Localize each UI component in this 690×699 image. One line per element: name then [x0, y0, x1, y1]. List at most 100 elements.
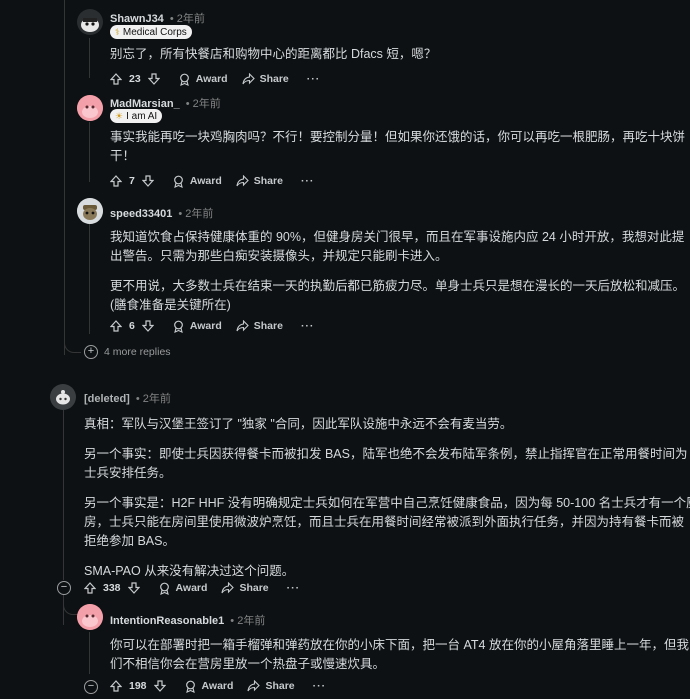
- collapse-thread-button[interactable]: −: [57, 581, 71, 595]
- comment: [deleted] • 2年前 真相：军队与汉堡王签订了 "独家 "合同，因此军队…: [0, 380, 690, 600]
- share-label: Share: [253, 175, 283, 187]
- share-button[interactable]: Share: [242, 73, 289, 85]
- comment-header: [deleted] • 2年前: [84, 390, 171, 406]
- comment-line: 事实我能再吃一块鸡胸肉吗？不行！要控制分量！但如果你还饿的话，你可以再吃一根肥肠…: [110, 130, 686, 144]
- timestamp[interactable]: • 2年前: [170, 13, 205, 25]
- comment-header: speed33401 • 2年前: [110, 205, 213, 221]
- comment: speed33401 • 2年前 我知道饮食占保持健康体重的 90%，但健身房关门…: [0, 196, 690, 336]
- downvote-icon[interactable]: [127, 582, 140, 594]
- award-icon: [159, 582, 169, 595]
- share-button[interactable]: Share: [221, 582, 269, 594]
- award-button[interactable]: Award: [178, 73, 228, 86]
- share-button[interactable]: Share: [236, 175, 283, 187]
- more-options-button[interactable]: ···: [313, 680, 327, 692]
- upvote-icon[interactable]: [110, 680, 122, 692]
- timestamp[interactable]: • 2年前: [186, 98, 221, 110]
- comment-line: 你可以在部署时把一箱手榴弹和弹药放在你的小床下面，把一台 AT4 放在你的小屋角…: [110, 638, 689, 652]
- vote-count: 23: [129, 73, 141, 85]
- share-icon: [242, 73, 255, 85]
- flair-label: Medical Corps: [122, 27, 187, 38]
- upvote-icon[interactable]: [110, 320, 122, 332]
- award-icon: [185, 680, 195, 693]
- comment-line-spacer: [110, 266, 680, 277]
- comment: ShawnJ34 • 2年前 ⚕ Medical Corps 别忘了，所有快餐店和购…: [0, 0, 690, 96]
- username[interactable]: [deleted]: [84, 393, 130, 405]
- more-replies-link[interactable]: 4 more replies: [104, 346, 171, 358]
- comment-line: 士兵安排任务。: [84, 466, 172, 480]
- vote-group: 198: [110, 680, 166, 692]
- share-label: Share: [265, 680, 295, 692]
- minus-icon: −: [87, 680, 95, 692]
- minus-icon: −: [60, 581, 68, 593]
- comment-line: 们不相信你会在营房里放一个热盘子或慢速炊具。: [110, 657, 386, 671]
- avatar[interactable]: [77, 9, 103, 35]
- username[interactable]: ShawnJ34: [110, 13, 164, 25]
- more-options-button[interactable]: ···: [307, 73, 321, 85]
- vote-count: 198: [129, 680, 147, 692]
- vote-count: 6: [129, 320, 135, 332]
- more-options-button[interactable]: ···: [287, 582, 301, 594]
- vote-group: 338: [84, 582, 140, 594]
- comment-actions: 7 Award Share ···: [110, 172, 314, 190]
- share-button[interactable]: Share: [236, 320, 283, 332]
- upvote-icon[interactable]: [110, 175, 122, 187]
- plus-icon: +: [87, 345, 95, 357]
- downvote-icon[interactable]: [147, 73, 160, 85]
- award-label: Award: [189, 175, 222, 187]
- comment-actions: 6 Award Share ···: [110, 317, 314, 335]
- timestamp[interactable]: • 2年前: [136, 393, 171, 405]
- sun-icon: ☀: [115, 111, 124, 121]
- comment-line: 出警告。只需为那些白痴安装摄像头，并规定只能刷卡进入。: [110, 249, 448, 263]
- award-button[interactable]: Award: [184, 680, 234, 693]
- vote-group: 7: [110, 175, 154, 187]
- collapse-thread-button[interactable]: −: [84, 680, 98, 694]
- timestamp[interactable]: • 2年前: [230, 615, 265, 627]
- avatar[interactable]: [50, 384, 76, 410]
- share-button[interactable]: Share: [247, 680, 295, 692]
- comment-line-spacer: [84, 483, 684, 494]
- comment-line: 干！: [110, 149, 136, 163]
- vote-count: 7: [129, 175, 135, 187]
- upvote-icon[interactable]: [110, 73, 122, 85]
- comment-line-spacer: [84, 434, 684, 445]
- comment-line: 拒绝参加 BAS。: [84, 534, 175, 548]
- share-icon: [247, 680, 261, 692]
- comment-body: 真相：军队与汉堡王签订了 "独家 "合同，因此军队设施中永远不会有麦当劳。 另一…: [84, 415, 690, 581]
- vote-group: 6: [110, 320, 154, 332]
- comment-line: 另一个事实：即使士兵因获得餐卡而被扣发 BAS，陆军也绝不会发布陆军条例，禁止指…: [84, 447, 688, 461]
- downvote-icon[interactable]: [153, 680, 166, 692]
- vote-count: 338: [103, 582, 121, 594]
- avatar[interactable]: [77, 604, 103, 630]
- award-icon: [179, 73, 189, 86]
- comment: MadMarsian_ • 2年前 ☀ I am AI 事实我能再吃一块鸡胸肉吗？不…: [0, 90, 690, 190]
- more-options-button[interactable]: ···: [301, 320, 315, 332]
- award-button[interactable]: Award: [172, 175, 222, 188]
- avatar[interactable]: [77, 95, 103, 121]
- award-button[interactable]: Award: [172, 320, 222, 333]
- user-flair: ⚕ Medical Corps: [110, 25, 192, 39]
- avatar[interactable]: [77, 198, 103, 224]
- upvote-icon[interactable]: [84, 582, 96, 594]
- comment-line: 别忘了，所有快餐店和购物中心的距离都比 Dfacs 短，嗯？: [110, 47, 437, 61]
- username[interactable]: IntentionReasonable1: [110, 615, 224, 627]
- expand-replies-button[interactable]: +: [84, 345, 98, 359]
- award-label: Award: [201, 680, 234, 692]
- comment-body: 你可以在部署时把一箱手榴弹和弹药放在你的小床下面，把一台 AT4 放在你的小屋角…: [110, 636, 689, 674]
- comment: IntentionReasonable1 • 2年前 你可以在部署时把一箱手榴弹和…: [0, 600, 690, 699]
- comment-actions: 198 Award Share ···: [110, 677, 326, 695]
- comment-actions: 338 Award Share ···: [84, 579, 300, 597]
- downvote-icon[interactable]: [141, 175, 154, 187]
- user-flair: ☀ I am AI: [110, 109, 163, 123]
- comment-line: 房，士兵只能在房间里使用微波炉烹饪，而且士兵在用餐时间经常被派到外面执行任务，并…: [84, 515, 685, 529]
- share-label: Share: [239, 582, 269, 594]
- comment-line-spacer: [84, 551, 684, 562]
- more-options-button[interactable]: ···: [301, 175, 315, 187]
- downvote-icon[interactable]: [141, 320, 154, 332]
- share-label: Share: [253, 320, 283, 332]
- username[interactable]: speed33401: [110, 208, 172, 220]
- timestamp[interactable]: • 2年前: [178, 208, 213, 220]
- comment-line: 更不用说，大多数士兵在结束一天的执勤后都已筋疲力尽。单身士兵只是想在漫长的一天后…: [110, 279, 686, 293]
- comment-actions: 23 Award Share ···: [110, 70, 320, 88]
- vote-group: 23: [110, 73, 160, 85]
- award-button[interactable]: Award: [158, 582, 207, 595]
